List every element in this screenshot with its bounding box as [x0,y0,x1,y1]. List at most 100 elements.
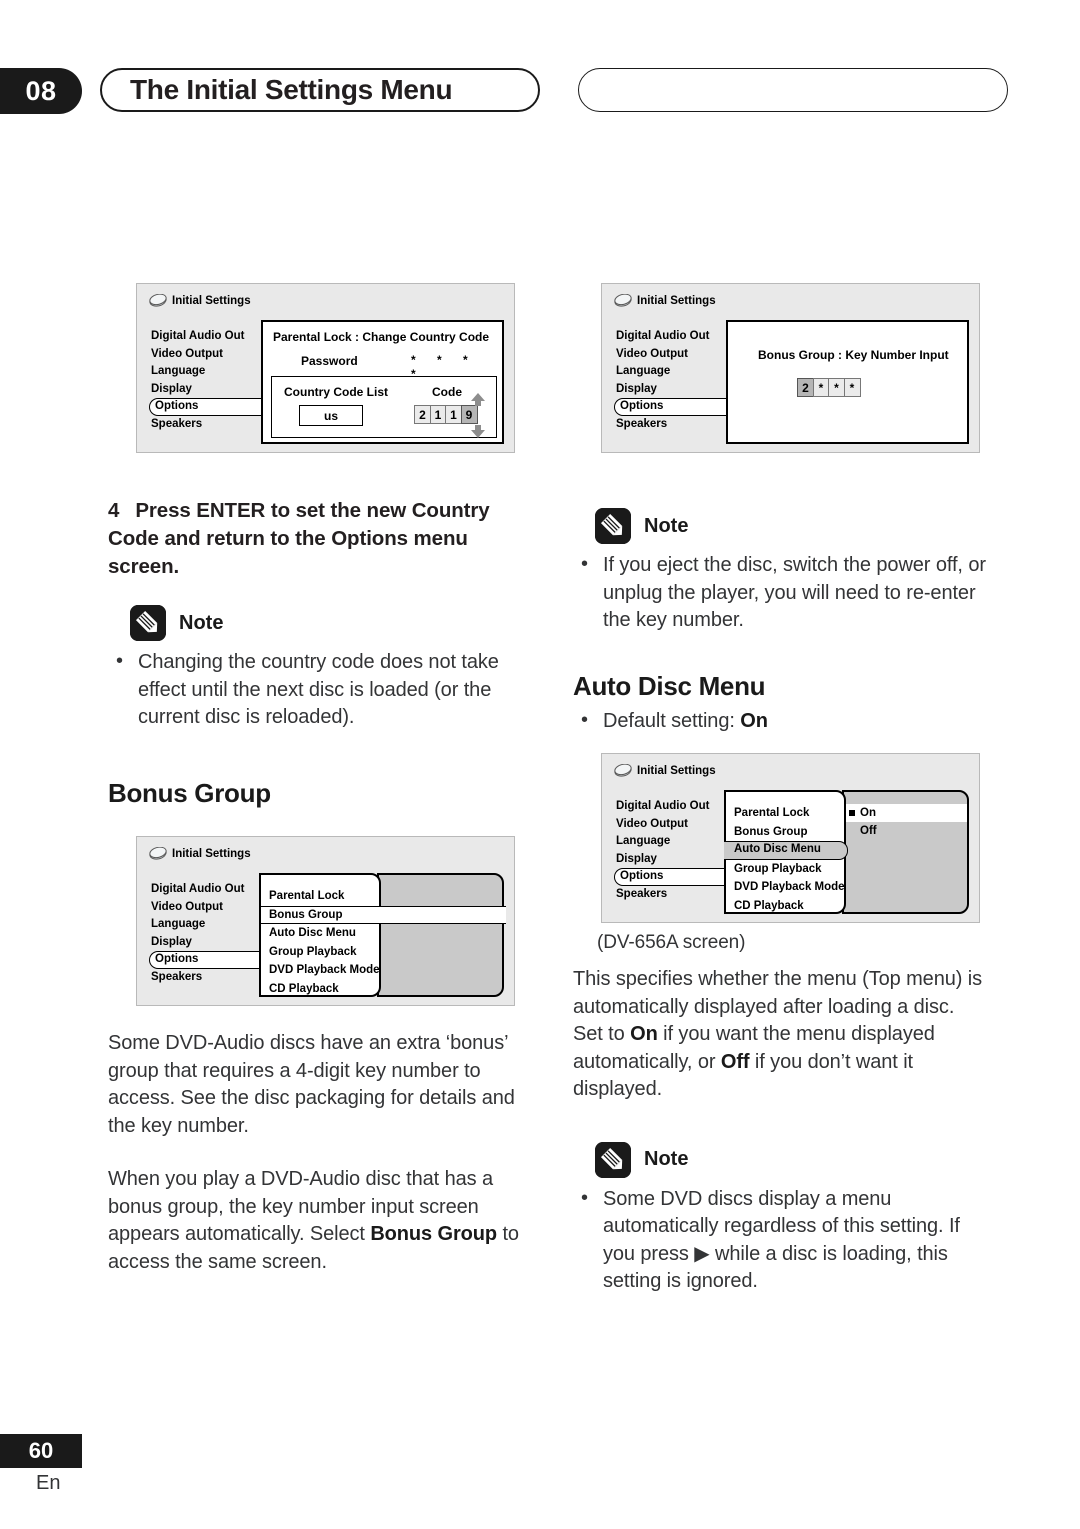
step-4-heading: 4 Press ENTER to set the new Country Code… [108,497,523,581]
play-icon: ▶ [694,1242,710,1265]
pencil-note-icon [130,605,166,641]
right-column-body: (DV-656A screen) This specifies whether … [573,932,988,1296]
default-setting-list: Default setting: On [573,707,988,736]
submenu-item-auto-disc-menu[interactable]: Auto Disc Menu [261,924,379,943]
note-bullet: If you eject the disc, switch the power … [573,551,988,635]
osd-menu-item-language[interactable]: Language [614,363,744,381]
country-code-value-box[interactable]: us [299,405,363,426]
key-digit-3[interactable]: * [828,378,845,397]
submenu-item-group-playback[interactable]: Group Playback [726,860,844,879]
key-digit-2[interactable]: * [812,378,830,397]
osd-menu-item-video-output[interactable]: Video Output [149,346,279,364]
page-title: The Initial Settings Menu [130,74,453,105]
submenu-item-group-playback[interactable]: Group Playback [261,943,379,962]
options-submenu-list: Parental Lock Bonus Group Auto Disc Menu… [724,790,848,916]
osd-screenshot-auto-disc-menu: Initial Settings Digital Audio Out Video… [601,753,980,923]
right-column-note-top: Note If you eject the disc, switch the p… [573,508,988,735]
osd-menu-item-options[interactable]: Options [614,398,744,416]
disc-icon [614,294,632,307]
code-digit-2[interactable]: 1 [429,405,447,424]
osd-menu-item-speakers[interactable]: Speakers [149,416,279,434]
note-label: Note [644,514,689,537]
submenu-item-cd-playback[interactable]: CD Playback [261,980,379,999]
arrow-up-icon[interactable] [470,393,486,406]
left-column-paragraphs: Some DVD-Audio discs have an extra ‘bonu… [108,1030,523,1276]
code-digit-3[interactable]: 1 [445,405,462,424]
note-bullet-list: If you eject the disc, switch the power … [573,551,988,635]
osd-menu-item-language[interactable]: Language [149,363,279,381]
osd-window-title: Initial Settings [149,847,251,860]
osd-window-title-text: Initial Settings [172,294,251,307]
key-digit-4[interactable]: * [843,378,861,397]
pencil-note-icon [595,508,631,544]
note-label: Note [644,1148,689,1170]
code-digit-1[interactable]: 2 [414,405,431,424]
osd-screenshot-country-code: Initial Settings Digital Audio Out Video… [136,283,515,453]
note-header: Note [573,508,988,544]
code-digit-4[interactable]: 9 [460,405,478,424]
note-label: Note [179,611,224,634]
step-number: 4 [108,499,120,522]
bonus-group-heading: Bonus Group [108,777,271,808]
osd-menu-item-options[interactable]: Options [149,398,279,416]
page-number-badge: 60 [0,1434,82,1468]
disc-icon [149,294,167,307]
country-code-list-label: Country Code List [284,385,388,399]
osd-menu-item-video-output[interactable]: Video Output [614,346,744,364]
key-digit-1[interactable]: 2 [797,378,814,397]
bonus-key-panel: Bonus Group : Key Number Input 2 * * * [726,320,969,444]
bonus-group-paragraph-2: When you play a DVD-Audio disc that has … [108,1166,523,1276]
note-header: Note [573,1141,988,1178]
header-empty-pill [578,68,1008,112]
osd-left-menu: Digital Audio Out Video Output Language … [149,328,279,434]
submenu-item-auto-disc-menu[interactable]: Auto Disc Menu [724,841,848,860]
submenu-item-parental-lock[interactable]: Parental Lock [726,804,844,823]
osd-window-title: Initial Settings [614,294,716,307]
osd-menu-item-display[interactable]: Display [149,381,279,399]
submenu-item-cd-playback[interactable]: CD Playback [726,897,844,916]
option-on-label: On [860,807,876,819]
paragraph-2-bold: Bonus Group [370,1223,497,1245]
osd-window-title-text: Initial Settings [172,847,251,860]
country-code-inner-box: Country Code List Code us 2 1 1 9 [271,376,497,438]
osd-menu-item-digital-audio-out[interactable]: Digital Audio Out [614,328,744,346]
osd-window-title: Initial Settings [614,764,716,777]
bonus-group-value-pane [377,873,504,997]
disc-icon [614,764,632,777]
note-bullet: Some DVD discs display a menu automatica… [573,1185,988,1296]
osd-menu-item-digital-audio-out[interactable]: Digital Audio Out [149,328,279,346]
country-code-digits[interactable]: 2 1 1 9 [414,405,478,424]
note-bullet-list: Changing the country code does not take … [108,648,523,732]
arrow-down-icon[interactable] [470,425,486,438]
submenu-item-dvd-playback-mode[interactable]: DVD Playback Mode [726,878,845,897]
bonus-group-paragraph-1: Some DVD-Audio discs have an extra ‘bonu… [108,1032,515,1137]
screenshot-caption: (DV-656A screen) [597,932,746,953]
osd-menu-item-display[interactable]: Display [614,381,744,399]
osd-window-title-text: Initial Settings [637,764,716,777]
option-on[interactable]: On [844,804,967,822]
bonus-key-digits[interactable]: 2 * * * [797,378,861,397]
submenu-item-parental-lock[interactable]: Parental Lock [261,887,379,906]
auto-disc-menu-description: This specifies whether the menu (Top men… [573,966,988,1104]
submenu-item-bonus-group[interactable]: Bonus Group [261,905,506,924]
options-submenu-list: Parental Lock Bonus Group Auto Disc Menu… [259,873,506,999]
note-header: Note [108,605,523,641]
osd-menu-item-speakers[interactable]: Speakers [614,416,744,434]
submenu-item-bonus-group[interactable]: Bonus Group [726,823,844,842]
default-setting-prefix: Default setting: [603,709,741,732]
option-off[interactable]: Off [844,822,967,840]
submenu-item-dvd-playback-mode[interactable]: DVD Playback Mode [261,961,380,980]
step-text: Press ENTER to set the new Country Code … [108,499,490,578]
country-code-panel-title: Parental Lock : Change Country Code [273,330,490,344]
pencil-note-icon [595,1141,631,1178]
osd-window-title: Initial Settings [149,294,251,307]
option-off-label: Off [860,825,877,837]
page-header: 08 The Initial Settings Menu [0,68,1080,116]
chapter-number-badge: 08 [0,68,82,114]
osd-window-title-text: Initial Settings [637,294,716,307]
description-bold-on: On [630,1023,658,1045]
bonus-key-panel-title: Bonus Group : Key Number Input [758,348,949,362]
osd-screenshot-bonus-key-input: Initial Settings Digital Audio Out Video… [601,283,980,453]
default-setting-value: On [740,709,768,732]
left-column: 4 Press ENTER to set the new Country Code… [108,497,523,809]
